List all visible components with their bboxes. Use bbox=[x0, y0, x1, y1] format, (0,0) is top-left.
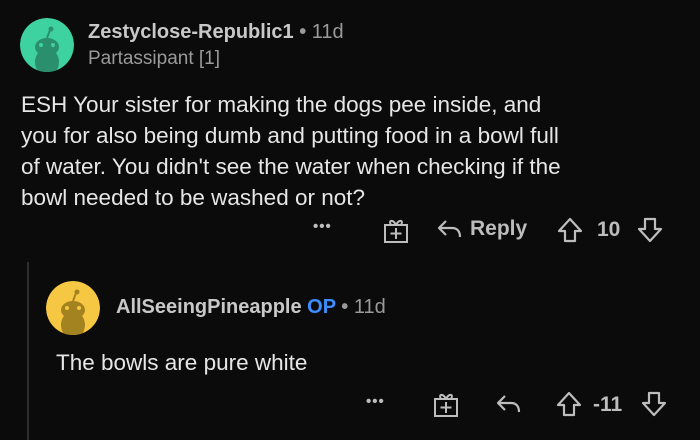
reply-arrow-icon bbox=[496, 395, 521, 413]
vote-score: -11 bbox=[593, 393, 623, 416]
reply-button[interactable]: Reply bbox=[436, 217, 527, 241]
reply-author[interactable]: AllSeeingPineapple bbox=[116, 296, 302, 318]
award-button[interactable] bbox=[383, 216, 409, 244]
separator-dot: • bbox=[299, 21, 307, 43]
more-options-button[interactable]: ••• bbox=[366, 393, 385, 410]
comment-line: of water. You didn't see the water when … bbox=[21, 154, 561, 179]
downvote-button[interactable] bbox=[637, 216, 663, 244]
reply-button[interactable] bbox=[495, 392, 521, 416]
award-button[interactable] bbox=[433, 390, 459, 418]
comment-line: you for also being dumb and putting food… bbox=[21, 123, 559, 148]
reply-body: The bowls are pure white bbox=[56, 350, 308, 375]
avatar[interactable] bbox=[20, 18, 74, 72]
gift-icon bbox=[384, 219, 408, 243]
comment-age: 11d bbox=[311, 21, 344, 43]
reply-arrow-icon bbox=[437, 220, 462, 238]
thread-line[interactable] bbox=[27, 262, 29, 440]
more-options-button[interactable]: ••• bbox=[313, 218, 332, 235]
op-badge: OP bbox=[307, 296, 336, 318]
more-icon: ••• bbox=[366, 393, 385, 410]
comment-author[interactable]: Zestyclose-Republic1 bbox=[88, 21, 294, 43]
downvote-arrow-icon bbox=[637, 217, 663, 243]
reply-age: 11d bbox=[353, 296, 386, 318]
upvote-arrow-icon bbox=[557, 217, 583, 243]
upvote-arrow-icon bbox=[556, 391, 582, 417]
avatar[interactable] bbox=[46, 281, 100, 335]
upvote-button[interactable] bbox=[557, 216, 583, 244]
reply-label: Reply bbox=[470, 217, 528, 240]
more-icon: ••• bbox=[313, 218, 332, 235]
user-flair: Partassipant [1] bbox=[88, 48, 221, 69]
snoo-avatar-icon bbox=[20, 18, 74, 72]
vote-score: 10 bbox=[597, 218, 621, 241]
snoo-avatar-icon bbox=[46, 281, 100, 335]
gift-icon bbox=[434, 393, 458, 417]
upvote-button[interactable] bbox=[556, 390, 582, 418]
downvote-button[interactable] bbox=[641, 390, 667, 418]
downvote-arrow-icon bbox=[641, 391, 667, 417]
comment-line: bowl needed to be washed or not? bbox=[21, 185, 366, 210]
comment-body: ESH Your sister for making the dogs pee … bbox=[21, 89, 691, 213]
comment-line: ESH Your sister for making the dogs pee … bbox=[21, 92, 542, 117]
separator-dot: • bbox=[341, 296, 349, 318]
